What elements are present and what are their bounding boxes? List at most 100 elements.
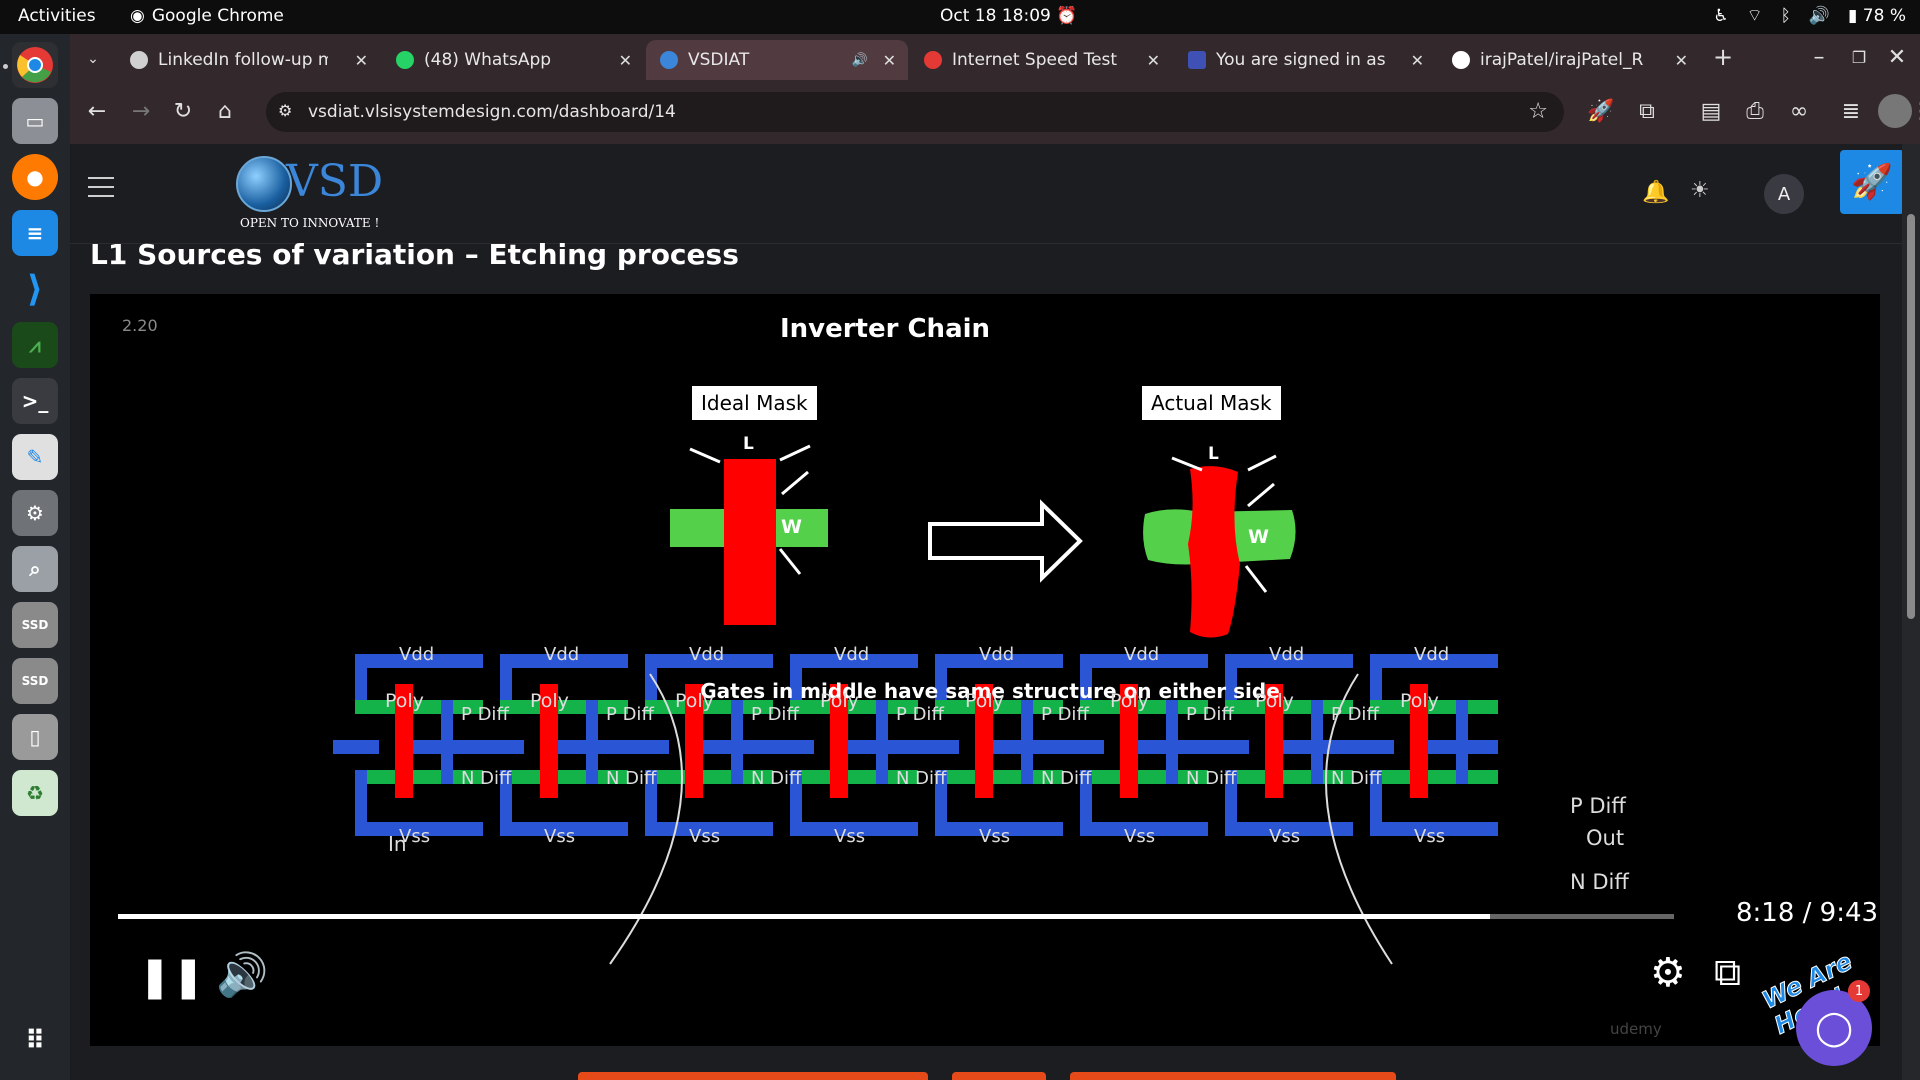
new-tab-button[interactable]: + [1706,40,1740,74]
back-button[interactable]: ← [80,94,114,128]
tab-github[interactable]: irajPatel/irajPatel_R ✕ [1438,40,1700,80]
waveform-app-icon[interactable]: ⩘ [12,322,58,368]
app-menu[interactable]: ◉ Google Chrome [130,6,284,26]
terminal-icon[interactable]: >_ [12,378,58,424]
tab-speed-test[interactable]: Internet Speed Test ✕ [910,40,1172,80]
input-wire [1058,740,1104,754]
arrow-l-left [689,447,721,464]
vsd-logo[interactable]: VSD OPEN TO INNOVATE ! [236,156,386,236]
tab-vsdiat[interactable]: VSDIAT 🔊 ✕ [646,40,908,80]
vdd-label: Vdd [399,644,435,665]
actual-mask-gate [1188,466,1240,638]
media-control-icon[interactable]: ≣ [1834,94,1868,128]
app-grid-icon[interactable]: ⠿ [12,1018,58,1064]
settings-icon[interactable]: ⚙ [12,490,58,536]
minimize-button[interactable]: – [1802,40,1836,74]
ndiff-label: N Diff [1570,870,1629,894]
arrow-actual-w-bottom [1244,565,1268,593]
close-icon[interactable]: ✕ [355,51,368,70]
menu-kebab-icon[interactable]: ⋮ [1910,94,1920,128]
close-icon[interactable]: ✕ [1147,51,1160,70]
bluetooth-icon[interactable]: ᛒ [1781,6,1791,26]
pause-button[interactable]: ❚❚ [138,954,205,1000]
app-name: Google Chrome [151,6,284,26]
pdiff-short-label: P Diff [1186,704,1234,725]
tab-title: Internet Speed Test [952,50,1118,70]
vdd-label: Vdd [1269,644,1305,665]
activities-button[interactable]: Activities [18,6,96,26]
chrome-launcher-icon[interactable] [12,42,58,88]
bottom-tab-3[interactable] [1070,1072,1396,1080]
vscode-icon[interactable]: ⟩ [12,266,58,312]
firefox-icon[interactable]: ● [12,154,58,200]
wifi-icon[interactable]: ⌔ [1747,5,1763,26]
tab-linkedin[interactable]: LinkedIn follow-up m ✕ [116,40,380,80]
ndiff-short-label: N Diff [1331,768,1382,789]
vdd-label: Vdd [834,644,870,665]
address-bar[interactable]: ⚙ vsdiat.vlsisystemdesign.com/dashboard/… [266,92,1564,132]
close-window-button[interactable]: ✕ [1880,40,1914,74]
site-info-icon[interactable]: ⚙ [278,101,292,120]
accessibility-icon[interactable]: ♿ [1713,6,1728,26]
input-wire [768,740,814,754]
hamburger-menu-icon[interactable] [88,177,114,204]
ndiff-short-label: N Diff [1186,768,1237,789]
writer-icon[interactable]: ≡ [12,210,58,256]
theme-toggle-sun-icon[interactable]: ☀ [1690,178,1710,203]
restore-button[interactable]: ❐ [1842,40,1876,74]
print-icon[interactable]: ⎙ [1738,94,1772,128]
ssd-drive-icon[interactable]: SSD [12,602,58,648]
picture-in-picture-icon[interactable]: ⧉ [1714,950,1741,995]
poly-label: Poly [820,690,859,712]
volume-button[interactable]: 🔊 [216,950,268,1000]
close-icon[interactable]: ✕ [619,51,632,70]
close-icon[interactable]: ✕ [1675,51,1688,70]
volume-icon[interactable]: 🔊 [1809,6,1830,26]
chat-unread-badge: 1 [1848,980,1870,1002]
rocket-launch-button[interactable]: 🚀 [1840,150,1904,214]
text-editor-icon[interactable]: ✎ [12,434,58,480]
close-icon[interactable]: ✕ [883,51,896,70]
close-icon[interactable]: ✕ [1411,51,1424,70]
pdiff-short-label: P Diff [606,704,654,725]
battery-indicator[interactable]: ▮ 78 % [1848,6,1906,26]
audio-playing-icon[interactable]: 🔊 [852,53,868,68]
arrow-w-top [781,470,809,496]
poly-label: Poly [965,690,1004,712]
speedometer-icon [924,51,942,69]
forward-button[interactable]: → [124,94,158,128]
tab-signed-in[interactable]: You are signed in as ✕ [1174,40,1436,80]
bottom-tab-2[interactable] [952,1072,1046,1080]
reading-mode-icon[interactable]: ▤ [1694,94,1728,128]
extension-rocket-icon[interactable]: 🚀 [1584,94,1618,128]
system-tray[interactable]: ♿ ⌔ ᛒ 🔊 ▮ 78 % [1713,5,1906,27]
home-button[interactable]: ⌂ [208,94,242,128]
vss-label: Vss [1414,826,1446,847]
clock[interactable]: Oct 18 18:09 ⏰ [940,6,1077,26]
scrollbar-thumb[interactable] [1907,214,1915,619]
user-avatar[interactable]: A [1764,174,1804,214]
removable-drive-icon[interactable]: ▯ [12,714,58,760]
ndiff-short-label: N Diff [896,768,947,789]
reload-button[interactable]: ↻ [166,94,200,128]
tab-search-icon[interactable]: ⌄ [76,42,110,76]
link-icon[interactable]: ∞ [1782,94,1816,128]
ndiff-short-label: N Diff [606,768,657,789]
bell-icon[interactable]: 🔔 [1642,180,1669,205]
files-icon[interactable]: ▭ [12,98,58,144]
drain-strap [1311,700,1323,784]
ssd-drive-icon-2[interactable]: SSD [12,658,58,704]
trash-icon[interactable]: ♻ [12,770,58,816]
settings-gear-icon[interactable]: ⚙ [1650,950,1686,996]
profile-avatar[interactable] [1878,94,1912,128]
tab-whatsapp[interactable]: (48) WhatsApp ✕ [382,40,644,80]
actual-mask-label: Actual Mask [1142,386,1281,420]
progress-bar[interactable] [118,914,1674,919]
bookmark-star-icon[interactable]: ☆ [1528,99,1548,124]
search-app-icon[interactable]: ⌕ [12,546,58,592]
extensions-puzzle-icon[interactable]: ⧉ [1630,94,1664,128]
bottom-tab-1[interactable] [578,1072,928,1080]
poly-label: Poly [1255,690,1294,712]
video-player[interactable]: 2.20 Inverter Chain Ideal Mask Actual Ma… [90,294,1880,1046]
battery-icon: ▮ [1848,5,1858,26]
